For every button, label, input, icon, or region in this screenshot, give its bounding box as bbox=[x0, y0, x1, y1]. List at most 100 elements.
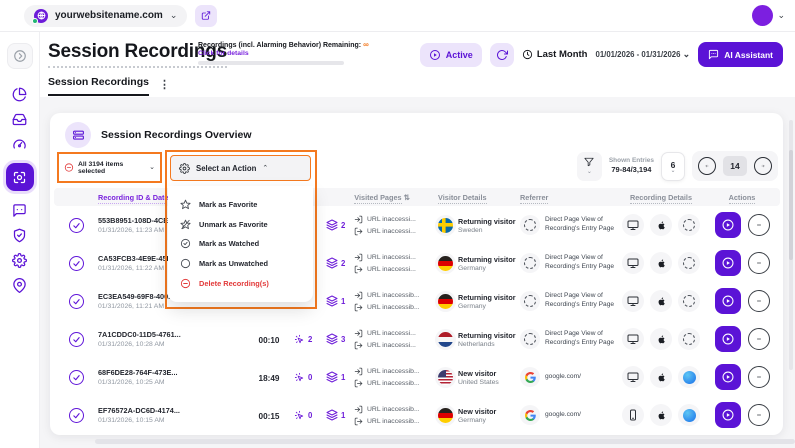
funnel-icon bbox=[584, 157, 594, 167]
next-page-button[interactable] bbox=[754, 157, 772, 175]
exit-url: URL inaccessib... bbox=[367, 418, 420, 425]
action-menu: Mark as Favorite Unmark as Favorite Mark… bbox=[168, 186, 313, 302]
horizontal-scrollbar[interactable] bbox=[95, 439, 795, 444]
sidebar-item-privacy[interactable] bbox=[12, 227, 28, 243]
previous-page-button[interactable] bbox=[698, 157, 716, 175]
play-recording-button[interactable] bbox=[715, 212, 741, 238]
visitor-type: Returning visitor bbox=[458, 293, 516, 302]
website-selector[interactable]: yourwebsitename.com ⌄ bbox=[24, 5, 187, 27]
row-checkbox[interactable] bbox=[69, 256, 84, 271]
table-row[interactable]: EF76572A-DC6D-4174... 01/31/2026, 10:15 … bbox=[54, 396, 780, 434]
period-selector[interactable]: Last Month bbox=[522, 49, 588, 60]
play-recording-button[interactable] bbox=[715, 326, 741, 352]
duration-value: 00:15 bbox=[259, 412, 280, 421]
exclude-recording-button[interactable] bbox=[748, 328, 770, 350]
pages-count: 3 bbox=[341, 335, 345, 344]
table-row[interactable]: 7A1CDDC0-11D5-4761... 01/31/2026, 10:28 … bbox=[54, 320, 780, 358]
exit-page-icon bbox=[354, 341, 363, 350]
row-checkbox[interactable] bbox=[69, 408, 84, 423]
sidebar-collapse-button[interactable] bbox=[7, 43, 33, 69]
recording-date: 01/31/2026, 10:15 AM bbox=[98, 417, 244, 424]
menu-item-mark-watched[interactable]: Mark as Watched bbox=[168, 238, 313, 249]
recording-details-cell bbox=[618, 214, 704, 236]
visitor-country: Germany bbox=[458, 303, 516, 310]
header-visited-pages[interactable]: Visited Pages ⇅ bbox=[326, 193, 438, 202]
page-size-selector[interactable]: 6 ⌄ bbox=[661, 152, 685, 181]
clicks-count: 0 bbox=[308, 373, 312, 382]
entry-page-icon bbox=[354, 291, 363, 300]
row-checkbox[interactable] bbox=[69, 370, 84, 385]
url-cell: URL inaccessi... URL inaccessi... bbox=[354, 253, 438, 274]
refresh-button[interactable] bbox=[490, 43, 514, 67]
header-actions: Actions bbox=[704, 193, 780, 202]
exclude-recording-button[interactable] bbox=[748, 366, 770, 388]
exclude-recording-button[interactable] bbox=[748, 252, 770, 274]
clicks-count: 0 bbox=[308, 411, 312, 420]
play-recording-button[interactable] bbox=[715, 288, 741, 314]
actions-cell bbox=[704, 402, 780, 428]
chevron-down-icon: ⌄ bbox=[683, 49, 691, 59]
play-recording-button[interactable] bbox=[715, 402, 741, 428]
actions-cell bbox=[704, 364, 780, 390]
chevron-down-icon: ⌄ bbox=[670, 170, 675, 173]
topbar: yourwebsitename.com ⌄ ⌄ bbox=[0, 0, 795, 32]
sidebar-item-settings[interactable] bbox=[12, 252, 28, 268]
layers-icon bbox=[326, 295, 338, 307]
visitor-cell: Returning visitor Netherlands bbox=[438, 331, 520, 348]
active-status-button[interactable]: Active bbox=[420, 43, 482, 67]
clicks-cell: 2 bbox=[294, 334, 326, 345]
browser-unknown-icon bbox=[683, 333, 695, 345]
table-row[interactable]: CA53FCB3-4E9E-45B... 01/31/2026, 11:22 A… bbox=[54, 244, 780, 282]
play-icon bbox=[721, 218, 735, 232]
entry-url: URL inaccessib... bbox=[367, 406, 420, 413]
sidebar-item-feedback[interactable] bbox=[12, 202, 28, 218]
filter-button[interactable]: ⌄ bbox=[577, 152, 602, 181]
play-recording-button[interactable] bbox=[715, 364, 741, 390]
online-status-dot bbox=[32, 18, 38, 24]
row-checkbox[interactable] bbox=[69, 218, 84, 233]
tab-session-recordings[interactable]: Session Recordings bbox=[48, 76, 149, 96]
entry-page-icon bbox=[354, 367, 363, 376]
table-row[interactable]: EC3EA549-69F8-400... 01/31/2026, 11:21 A… bbox=[54, 282, 780, 320]
referrer-direct-icon bbox=[520, 291, 540, 311]
date-range-selector[interactable]: 01/01/2026 - 01/31/2026 ⌄ bbox=[595, 50, 690, 59]
row-checkbox[interactable] bbox=[69, 294, 84, 309]
exclude-recording-button[interactable] bbox=[748, 214, 770, 236]
menu-item-mark-favorite[interactable]: Mark as Favorite bbox=[168, 199, 313, 210]
menu-item-mark-unwatched[interactable]: Mark as Unwatched bbox=[168, 258, 313, 269]
recording-date: 01/31/2026, 10:25 AM bbox=[98, 379, 244, 386]
play-recording-button[interactable] bbox=[715, 250, 741, 276]
click-for-details-link[interactable]: Click for details bbox=[198, 50, 249, 57]
device-icon bbox=[622, 366, 644, 388]
pie-chart-icon bbox=[12, 87, 27, 102]
exit-url: URL inaccessi... bbox=[367, 228, 416, 235]
tab-options-kebab-icon[interactable]: ⋮ bbox=[159, 78, 170, 95]
table-body: 553B8951-108D-4CE8... 01/31/2026, 11:23 … bbox=[54, 206, 780, 434]
sidebar-item-session-recordings[interactable] bbox=[6, 163, 34, 191]
exclude-recording-button[interactable] bbox=[748, 290, 770, 312]
row-checkbox[interactable] bbox=[69, 332, 84, 347]
exclude-recording-button[interactable] bbox=[748, 404, 770, 426]
user-avatar[interactable] bbox=[752, 5, 773, 26]
sidebar-item-inbox[interactable] bbox=[12, 111, 28, 127]
menu-item-delete-recordings[interactable]: Delete Recording(s) bbox=[168, 278, 313, 289]
duration-value: 18:49 bbox=[259, 374, 280, 383]
menu-item-unmark-favorite[interactable]: Unmark as Favorite bbox=[168, 219, 313, 230]
check-icon bbox=[72, 373, 81, 382]
open-website-button[interactable] bbox=[195, 5, 217, 27]
browser-unknown-icon bbox=[683, 257, 695, 269]
click-icon bbox=[294, 410, 305, 421]
table-row[interactable]: 553B8951-108D-4CE8... 01/31/2026, 11:23 … bbox=[54, 206, 780, 244]
visited-pages-cell: 3 bbox=[326, 333, 354, 345]
vertical-scrollbar-thumb[interactable] bbox=[789, 150, 793, 260]
sidebar-item-analytics[interactable] bbox=[12, 86, 28, 102]
selection-dropdown[interactable]: All 3194 items selected ⌄ bbox=[57, 152, 162, 183]
sidebar-item-location[interactable] bbox=[12, 277, 28, 293]
avatar-chevron-down-icon[interactable]: ⌄ bbox=[777, 11, 785, 20]
select-action-dropdown[interactable]: Select an Action ⌃ bbox=[170, 155, 311, 181]
ai-assistant-button[interactable]: AI Assistant bbox=[698, 42, 783, 67]
url-cell: URL inaccessib... URL inaccessib... bbox=[354, 367, 438, 388]
sidebar-item-heatmaps[interactable] bbox=[12, 136, 28, 152]
table-row[interactable]: 68F6DE28-764F-473E... 01/31/2026, 10:25 … bbox=[54, 358, 780, 396]
recording-details-cell bbox=[618, 328, 704, 350]
